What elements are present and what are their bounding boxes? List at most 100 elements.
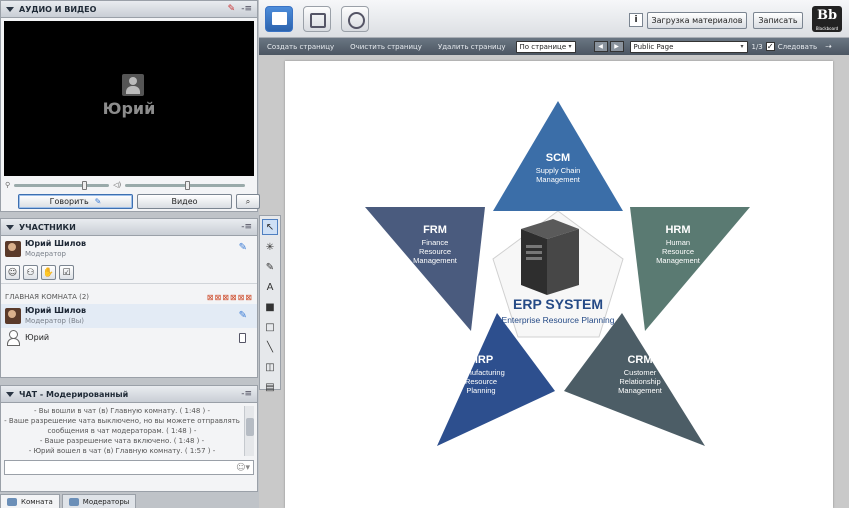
filled-rect-icon[interactable]: ■ — [262, 299, 278, 315]
text-tool-icon[interactable]: A — [262, 279, 278, 295]
speaker-level-icon: ◁) — [113, 181, 122, 189]
laser-pointer-icon[interactable]: ✳ — [262, 239, 278, 255]
info-button[interactable]: i — [629, 13, 643, 27]
frm-abbr: FRM — [423, 224, 447, 236]
load-content-button[interactable]: Загрузка материалов — [647, 12, 747, 29]
current-user-name: Юрий Шилов — [25, 239, 87, 248]
screenshot-icon[interactable]: ◫ — [262, 359, 278, 375]
main-room-header: ГЛАВНАЯ КОМНАТА (2) ⊠⊠⊠⊠⊠⊠ — [1, 290, 257, 304]
volume-controls: ⚲ ◁) — [5, 179, 255, 191]
erp-subtitle: Enterprise Resource Planning — [502, 315, 615, 325]
hrm-line: Human — [666, 238, 690, 247]
chat-message: - Юрий вошел в чат (в) Главную комнату. … — [28, 447, 216, 455]
crm-line: Relationship — [619, 377, 660, 386]
microphone-icon: ✎ — [94, 197, 102, 206]
mrp-abbr: MRP — [469, 354, 493, 366]
chat-title: ЧАТ - Модерированный — [19, 389, 129, 399]
list-item[interactable]: Юрий Шилов Модератор (Вы) ✎ — [1, 304, 257, 328]
whiteboard-page[interactable]: ERP SYSTEM Enterprise Resource Planning … — [285, 61, 833, 508]
audio-settings-icon[interactable]: ✎ — [228, 4, 236, 14]
poll-response-icon[interactable]: ☑ — [59, 265, 74, 280]
list-item[interactable]: Юрий — [1, 328, 257, 346]
next-page-button[interactable]: ▶ — [609, 41, 624, 52]
whiteboard-canvas[interactable]: ERP SYSTEM Enterprise Resource Planning … — [283, 55, 849, 508]
mrp-line: Planning — [466, 386, 495, 395]
crm-line: Management — [618, 386, 663, 395]
talk-button[interactable]: Говорить ✎ — [18, 194, 133, 209]
participants-title: УЧАСТНИКИ — [19, 222, 76, 232]
collapse-triangle-icon[interactable] — [6, 224, 14, 230]
hrm-abbr: HRM — [665, 224, 690, 236]
tab-moderators-label: Модераторы — [82, 497, 130, 506]
audio-video-panel: АУДИО И ВИДЕО ✎ -≡ Юрий ⚲ ◁) Говорить ✎ … — [0, 0, 260, 212]
video-button[interactable]: Видео — [137, 194, 232, 209]
participant-tools: ☺ ⚇ ✋ ☑ — [1, 262, 257, 284]
clear-page-link[interactable]: Очистить страницу — [342, 43, 430, 51]
moderator-avatar-icon — [5, 308, 21, 324]
chat-messages: - Вы вошли в чат (в) Главную комнату. ( … — [4, 406, 240, 456]
left-sidebar: АУДИО И ВИДЕО ✎ -≡ Юрий ⚲ ◁) Говорить ✎ … — [0, 0, 260, 508]
web-tour-tool-button[interactable] — [341, 6, 369, 32]
pointer-icon[interactable]: ↖ — [262, 219, 278, 235]
emoticon-icon[interactable]: ☺▾ — [236, 463, 250, 473]
rect-icon[interactable]: □ — [262, 319, 278, 335]
chat-input[interactable]: ☺▾ — [4, 460, 254, 475]
raise-hand-icon[interactable]: ✋ — [41, 265, 56, 280]
collapse-triangle-icon[interactable] — [6, 6, 14, 12]
participants-header[interactable]: УЧАСТНИКИ -≡ — [1, 219, 257, 236]
audio-video-header[interactable]: АУДИО И ВИДЕО ✎ -≡ — [1, 1, 257, 18]
speaker-volume-slider[interactable] — [125, 180, 246, 190]
fit-select[interactable]: По странице ▾ — [515, 40, 576, 53]
tab-room[interactable]: Комната — [0, 494, 60, 508]
chat-tabs: Комната Модераторы — [0, 494, 258, 508]
crm-abbr: CRM — [627, 354, 652, 366]
video-display: Юрий — [4, 21, 254, 176]
permission-icons[interactable]: ⊠⊠⊠⊠⊠⊠ — [207, 293, 253, 302]
chat-message: - Вы вошли в чат (в) Главную комнату. ( … — [34, 407, 210, 415]
follow-checkbox[interactable]: ✓ — [765, 42, 775, 51]
current-user: Юрий Шилов Модератор ✎ — [1, 236, 257, 262]
scm-line: Management — [536, 175, 581, 184]
server-icon — [521, 219, 579, 295]
expand-icon[interactable]: ⇢ — [825, 42, 832, 51]
page-count: 1/3 — [751, 42, 763, 51]
chat-scrollbar[interactable] — [244, 406, 254, 456]
record-label: Записать — [758, 16, 798, 25]
chat-panel: ЧАТ - Модерированный -≡ - Вы вошли в чат… — [0, 385, 258, 492]
tab-moderators[interactable]: Модераторы — [61, 494, 137, 508]
participant-name: Юрий Шилов — [25, 306, 87, 315]
delete-page-link[interactable]: Удалить страницу — [430, 43, 514, 51]
chat-header[interactable]: ЧАТ - Модерированный -≡ — [1, 386, 257, 403]
record-button[interactable]: Записать — [753, 12, 803, 29]
frm-line: Finance — [422, 238, 449, 247]
participant-name: Юрий — [25, 332, 50, 342]
scm-line: Supply Chain — [536, 166, 581, 175]
clipart-icon[interactable]: ▤ — [262, 379, 278, 395]
erp-diagram: ERP SYSTEM Enterprise Resource Planning … — [365, 101, 750, 446]
page-select[interactable]: Public Page ▾ — [629, 40, 748, 53]
pencil-icon[interactable]: ✎ — [262, 259, 278, 275]
panel-menu-icon[interactable]: -≡ — [241, 222, 252, 232]
mic-level-icon: ⚲ — [5, 181, 11, 189]
collapse-triangle-icon[interactable] — [6, 391, 14, 397]
talk-label: Говорить — [49, 197, 89, 206]
line-icon[interactable]: ╲ — [262, 339, 278, 355]
participant-avatar-icon — [5, 329, 21, 346]
panel-menu-icon[interactable]: -≡ — [241, 4, 252, 14]
current-user-role: Модератор — [25, 250, 67, 258]
whiteboard-tool-button[interactable] — [265, 6, 293, 32]
step-away-icon[interactable]: ⚇ — [23, 265, 38, 280]
zoom-video-button[interactable]: ⌕ — [236, 194, 260, 209]
prev-page-button[interactable]: ◀ — [593, 41, 608, 52]
mic-volume-slider[interactable] — [14, 180, 110, 190]
speaker-volume-knob[interactable] — [185, 180, 191, 190]
app-share-tool-button[interactable] — [303, 6, 331, 32]
scroll-thumb[interactable] — [246, 418, 254, 436]
participants-panel: УЧАСТНИКИ -≡ Юрий Шилов Модератор ✎ ☺ ⚇ … — [0, 218, 258, 378]
emotion-icon[interactable]: ☺ — [5, 265, 20, 280]
user-avatar-icon — [122, 74, 144, 96]
panel-menu-icon[interactable]: -≡ — [241, 389, 252, 399]
drawing-tools: ↖ ✳ ✎ A ■ □ ╲ ◫ ▤ — [259, 215, 281, 393]
create-page-link[interactable]: Создать страницу — [259, 43, 342, 51]
mic-volume-knob[interactable] — [82, 180, 88, 190]
